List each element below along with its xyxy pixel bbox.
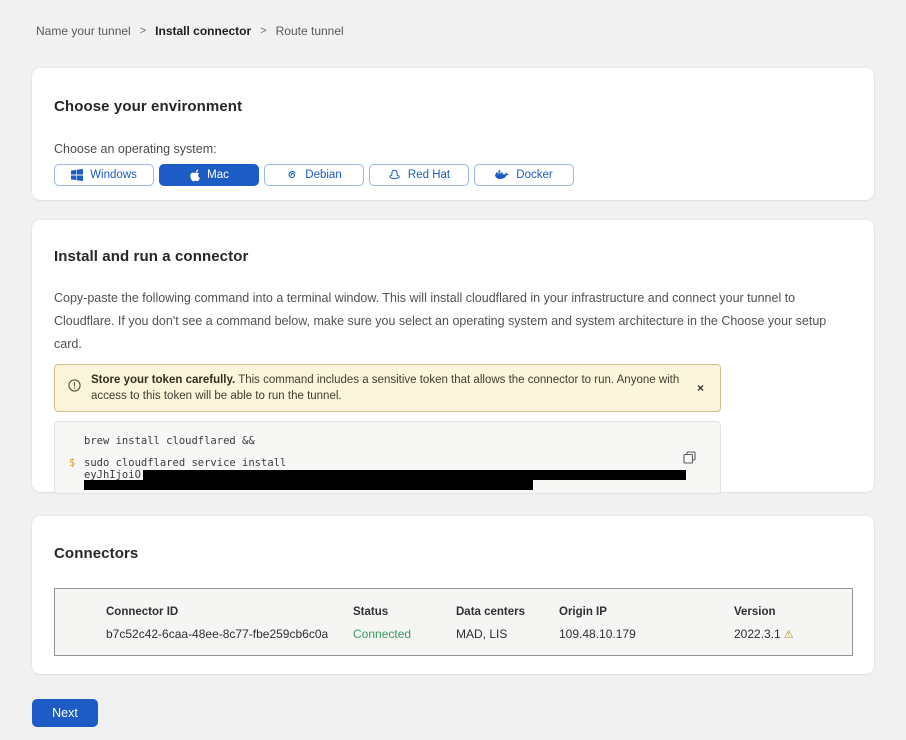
install-command-block: brew install cloudflared && $ sudo cloud… xyxy=(54,421,721,494)
os-button-label: Red Hat xyxy=(408,169,450,181)
command-line-2-text: sudo cloudflared service install xyxy=(84,457,286,469)
os-button-label: Mac xyxy=(207,169,229,181)
alert-circle-icon xyxy=(68,379,81,397)
install-connector-title: Install and run a connector xyxy=(54,248,846,265)
debian-icon xyxy=(286,169,298,181)
next-button[interactable]: Next xyxy=(32,699,98,727)
os-button-redhat[interactable]: Red Hat xyxy=(369,164,469,186)
os-button-docker[interactable]: Docker xyxy=(474,164,574,186)
col-version: Version xyxy=(734,606,852,618)
col-origin-ip: Origin IP xyxy=(559,606,734,618)
close-icon[interactable]: × xyxy=(693,379,708,397)
col-data-centers: Data centers xyxy=(456,606,559,618)
os-button-label: Windows xyxy=(90,169,137,181)
connector-origin-ip-value: 109.48.10.179 xyxy=(559,627,734,641)
docker-icon xyxy=(495,169,509,181)
breadcrumb-separator-icon: > xyxy=(260,25,266,37)
os-button-mac[interactable]: Mac xyxy=(159,164,259,186)
breadcrumb-route-tunnel[interactable]: Route tunnel xyxy=(276,24,344,38)
apple-icon xyxy=(189,169,200,182)
command-token-line: eyJhIjoiO xyxy=(55,469,720,480)
token-warning-text: Store your token carefully. This command… xyxy=(91,372,683,404)
version-number: 2022.3.1 xyxy=(734,627,781,641)
connector-status-value: Connected xyxy=(353,627,456,641)
os-button-label: Docker xyxy=(516,169,552,181)
os-button-group: Windows Mac Debian Red Hat xyxy=(54,164,852,186)
token-visible-text: eyJhIjoiO xyxy=(84,469,141,481)
connector-row: b7c52c42-6caa-48ee-8c77-fbe259cb6c0a Con… xyxy=(106,627,852,641)
connector-data-centers-value: MAD, LIS xyxy=(456,627,559,641)
choose-environment-title: Choose your environment xyxy=(54,98,852,115)
connectors-table-header: Connector ID Status Data centers Origin … xyxy=(106,606,852,618)
connectors-table: Connector ID Status Data centers Origin … xyxy=(54,588,853,656)
install-connector-card: Install and run a connector Copy-paste t… xyxy=(32,220,874,492)
connectors-title: Connectors xyxy=(54,545,852,562)
token-warning-bold: Store your token carefully. xyxy=(91,374,235,386)
breadcrumb-separator-icon: > xyxy=(140,25,146,37)
col-connector-id: Connector ID xyxy=(106,606,353,618)
install-description: Copy-paste the following command into a … xyxy=(54,287,846,356)
breadcrumb: Name your tunnel > Install connector > R… xyxy=(32,24,874,38)
connectors-card: Connectors Connector ID Status Data cent… xyxy=(32,516,874,674)
redacted-token-bar xyxy=(143,470,686,480)
os-button-windows[interactable]: Windows xyxy=(54,164,154,186)
shell-prompt: $ xyxy=(69,457,75,469)
os-select-label: Choose an operating system: xyxy=(54,142,852,156)
command-line-2: $ sudo cloudflared service install xyxy=(55,457,720,469)
connector-id-value: b7c52c42-6caa-48ee-8c77-fbe259cb6c0a xyxy=(106,627,353,641)
tunnel-setup-page: Name your tunnel > Install connector > R… xyxy=(0,0,906,727)
breadcrumb-name-your-tunnel[interactable]: Name your tunnel xyxy=(36,24,131,38)
breadcrumb-install-connector[interactable]: Install connector xyxy=(155,24,251,38)
col-status: Status xyxy=(353,606,456,618)
command-line-1: brew install cloudflared && xyxy=(55,435,720,447)
redacted-token-bar xyxy=(84,480,533,490)
token-warning-banner: Store your token carefully. This command… xyxy=(54,364,721,412)
os-button-debian[interactable]: Debian xyxy=(264,164,364,186)
connector-version-value: 2022.3.1⚠ xyxy=(734,627,852,641)
version-warning-icon[interactable]: ⚠ xyxy=(784,629,794,641)
copy-icon[interactable] xyxy=(683,451,696,467)
redhat-icon xyxy=(388,169,401,181)
os-button-label: Debian xyxy=(305,169,341,181)
choose-environment-card: Choose your environment Choose an operat… xyxy=(32,68,874,200)
windows-icon xyxy=(71,169,83,181)
